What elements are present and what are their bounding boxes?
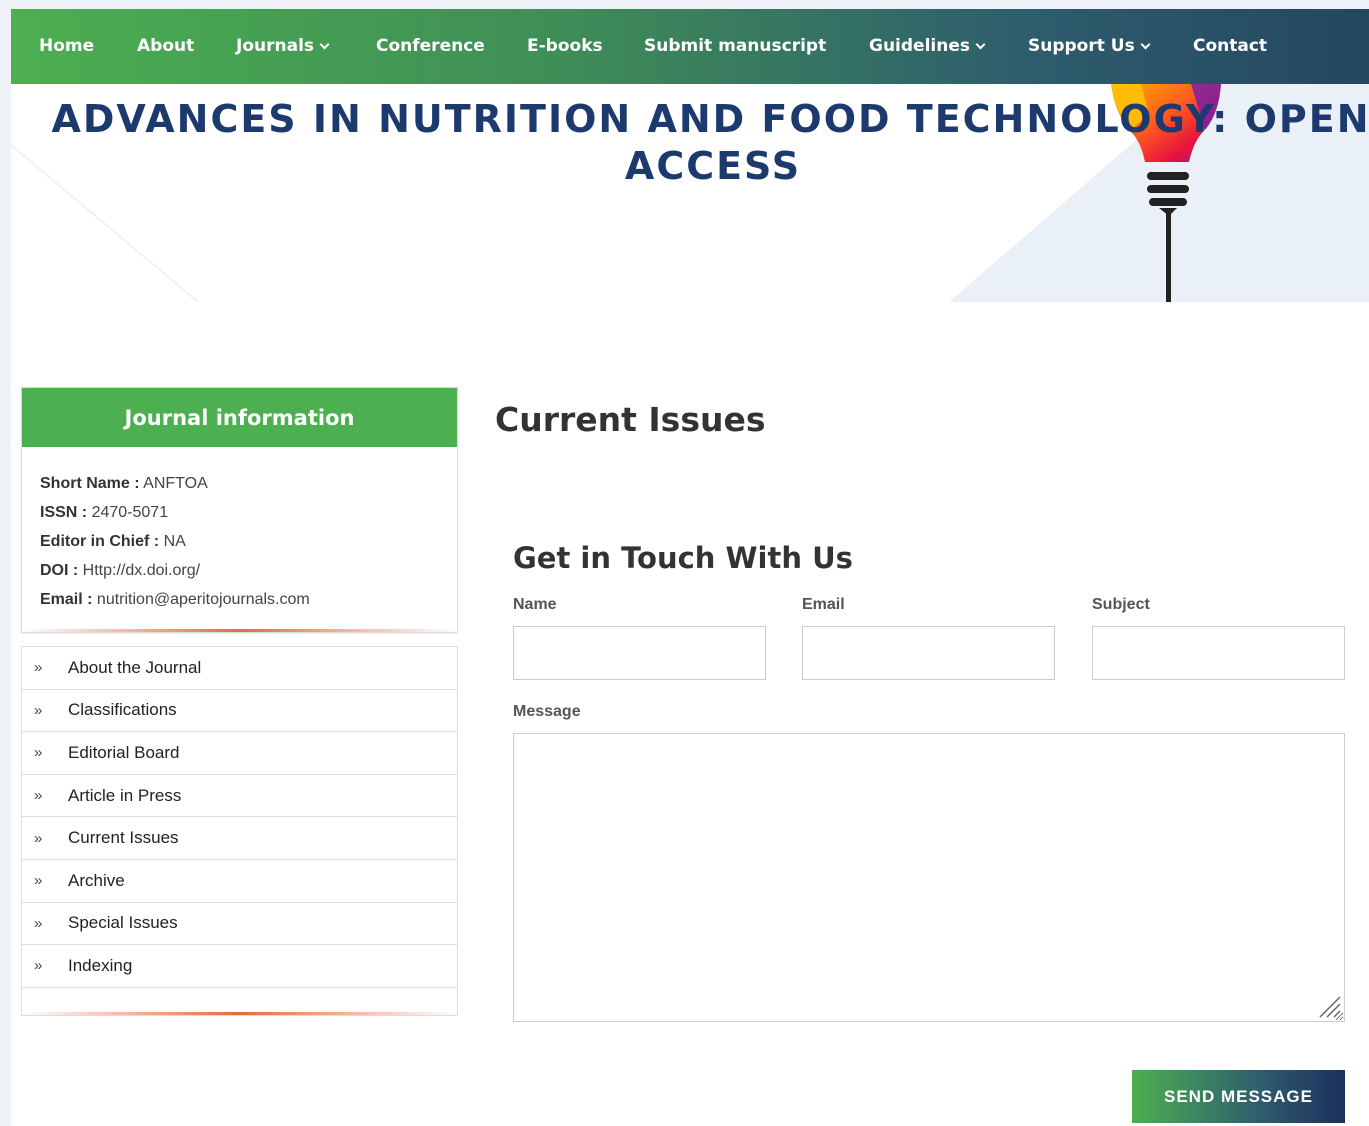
double-chevron-right-icon: » xyxy=(34,957,43,975)
subject-field[interactable] xyxy=(1092,626,1345,680)
chevron-down-icon xyxy=(319,39,330,49)
info-value: NA xyxy=(163,533,186,550)
nav-contact[interactable]: Contact xyxy=(1193,36,1267,56)
nav-home[interactable]: Home xyxy=(39,36,94,56)
menu-item-article-in-press[interactable]: » Article in Press xyxy=(22,775,457,818)
info-value: ANFTOA xyxy=(143,475,208,492)
journal-title-line2: ACCESS xyxy=(624,144,802,188)
nav-journals-label: Journals xyxy=(236,36,315,56)
nav-conference-label: Conference xyxy=(376,36,485,56)
nav-guidelines-label: Guidelines xyxy=(869,36,970,56)
menu-item-label: Editorial Board xyxy=(68,742,180,762)
nav-submit-manuscript-label: Submit manuscript xyxy=(644,36,827,56)
journal-info-heading: Journal information xyxy=(22,388,457,447)
menu-item-label: Current Issues xyxy=(68,828,179,848)
chevron-down-icon xyxy=(1140,39,1151,49)
nav-contact-label: Contact xyxy=(1193,36,1268,56)
double-chevron-right-icon: » xyxy=(34,914,43,932)
nav-support-us[interactable]: Support Us xyxy=(1028,36,1151,56)
main-navbar: Home About Journals Conference E-books S… xyxy=(11,9,1369,84)
menu-item-editorial-board[interactable]: » Editorial Board xyxy=(22,732,457,775)
contact-form-title: Get in Touch With Us xyxy=(513,541,853,575)
menu-item-archive[interactable]: » Archive xyxy=(22,860,457,903)
nav-journals[interactable]: Journals xyxy=(236,36,330,56)
email-label: Email xyxy=(802,596,845,613)
double-chevron-right-icon: » xyxy=(34,787,43,805)
double-chevron-right-icon: » xyxy=(34,659,43,677)
info-row-editor-in-chief: Editor in Chief : NA xyxy=(40,527,439,556)
journal-banner: ADVANCES IN NUTRITION AND FOOD TECHNOLOG… xyxy=(11,84,1369,302)
menu-item-label: Archive xyxy=(68,870,125,890)
menu-item-label: Special Issues xyxy=(68,913,178,933)
nav-conference[interactable]: Conference xyxy=(376,36,485,56)
page-title: Current Issues xyxy=(495,400,766,439)
subject-label: Subject xyxy=(1092,596,1150,613)
page-top-strip xyxy=(0,0,1369,9)
message-label: Message xyxy=(513,703,581,720)
info-row-issn: ISSN : 2470-5071 xyxy=(40,498,439,527)
accent-divider xyxy=(22,1012,457,1015)
menu-item-special-issues[interactable]: » Special Issues xyxy=(22,903,457,946)
info-label: DOI : xyxy=(40,562,79,579)
info-label: Email : xyxy=(40,591,93,608)
info-value: 2470-5071 xyxy=(91,504,169,521)
nav-support-us-label: Support Us xyxy=(1028,36,1135,56)
name-field[interactable] xyxy=(513,626,766,680)
journal-title: ADVANCES IN NUTRITION AND FOOD TECHNOLOG… xyxy=(11,96,1369,190)
journal-info-card: Journal information Short Name : ANFTOA … xyxy=(21,387,458,633)
chevron-down-icon xyxy=(975,39,986,49)
nav-about[interactable]: About xyxy=(137,36,194,56)
nav-home-label: Home xyxy=(39,36,95,56)
info-label: Editor in Chief : xyxy=(40,533,160,550)
journal-info-rows: Short Name : ANFTOA ISSN : 2470-5071 Edi… xyxy=(22,447,457,614)
info-row-doi: DOI : Http://dx.doi.org/ xyxy=(40,556,439,585)
menu-item-about-the-journal[interactable]: » About the Journal xyxy=(22,647,457,690)
name-label: Name xyxy=(513,596,557,613)
nav-about-label: About xyxy=(137,36,195,56)
info-label: ISSN : xyxy=(40,504,88,521)
info-row-email: Email : nutrition@aperitojournals.com xyxy=(40,585,439,614)
nav-ebooks[interactable]: E-books xyxy=(527,36,603,56)
double-chevron-right-icon: » xyxy=(34,872,43,890)
info-value: nutrition@aperitojournals.com xyxy=(96,591,310,608)
double-chevron-right-icon: » xyxy=(34,701,43,719)
nav-guidelines[interactable]: Guidelines xyxy=(869,36,986,56)
info-row-short-name: Short Name : ANFTOA xyxy=(40,469,439,498)
menu-item-label: Indexing xyxy=(68,955,133,975)
resize-grip-icon[interactable] xyxy=(1316,993,1342,1019)
nav-ebooks-label: E-books xyxy=(527,36,603,56)
menu-item-current-issues[interactable]: » Current Issues xyxy=(22,817,457,860)
email-field[interactable] xyxy=(802,626,1055,680)
menu-item-indexing[interactable]: » Indexing xyxy=(22,945,457,988)
nav-submit-manuscript[interactable]: Submit manuscript xyxy=(644,36,826,56)
menu-item-label: Article in Press xyxy=(68,785,182,805)
send-message-button[interactable]: SEND MESSAGE xyxy=(1132,1070,1345,1123)
page-left-strip xyxy=(0,0,11,1126)
double-chevron-right-icon: » xyxy=(34,744,43,762)
accent-divider xyxy=(22,629,457,632)
info-value: Http://dx.doi.org/ xyxy=(82,562,201,579)
menu-item-label: Classifications xyxy=(68,700,177,720)
menu-item-classifications[interactable]: » Classifications xyxy=(22,690,457,733)
info-label: Short Name : xyxy=(40,475,140,492)
journal-menu: » About the Journal » Classifications » Edi… xyxy=(21,646,458,1016)
message-field[interactable] xyxy=(513,733,1345,1022)
double-chevron-right-icon: » xyxy=(34,829,43,847)
journal-title-line1: ADVANCES IN NUTRITION AND FOOD TECHNOLOG… xyxy=(51,97,1369,141)
menu-item-label: About the Journal xyxy=(68,657,202,677)
